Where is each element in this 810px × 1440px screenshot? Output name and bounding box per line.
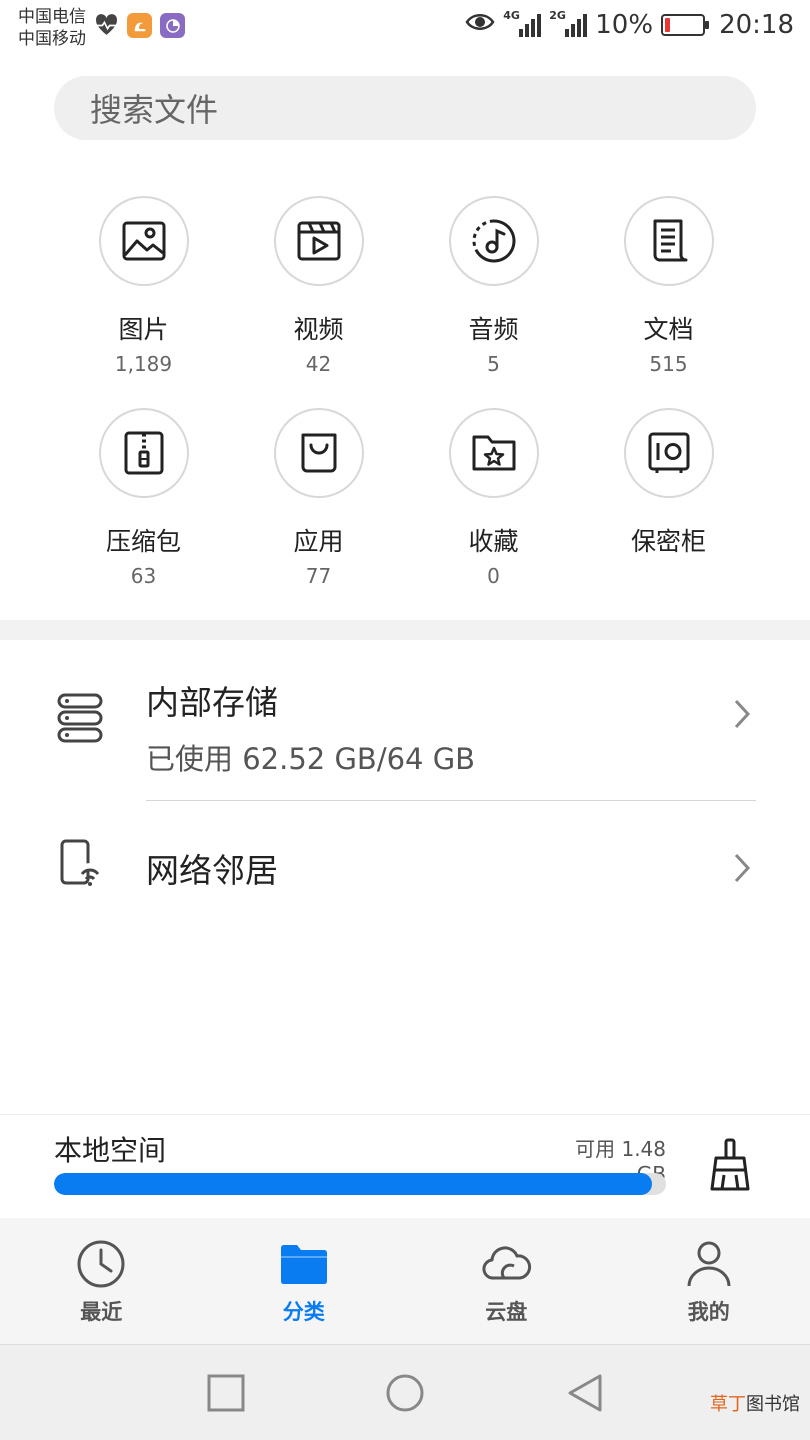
category-count: 5 (487, 352, 500, 376)
folder-icon (280, 1245, 327, 1284)
network-type-2g: 2G (549, 9, 566, 22)
tab-label: 分类 (282, 1300, 325, 1324)
archive-icon (98, 408, 189, 498)
watermark-text: 草丁图书馆 (710, 1390, 800, 1416)
category-audio[interactable]: 音频 5 (406, 196, 581, 408)
app-icon (160, 13, 185, 38)
category-count: 77 (305, 564, 332, 588)
carrier-info: 中国电信 中国移动 (18, 6, 86, 50)
category-archives[interactable]: 压缩包 63 (56, 408, 231, 620)
app-bag-icon (273, 408, 364, 498)
network-device-icon (56, 838, 104, 892)
category-images[interactable]: 图片 1,189 (56, 196, 231, 408)
audio-icon (448, 196, 539, 286)
internal-storage-title: 内部存储 (146, 683, 278, 722)
internal-storage-usage: 已使用 62.52 GB/64 GB (146, 742, 476, 776)
category-label: 文档 (643, 315, 694, 344)
row-divider (146, 800, 756, 801)
tab-mine[interactable]: 我的 (608, 1218, 810, 1344)
internal-storage-row[interactable]: 内部存储 已使用 62.52 GB/64 GB (0, 668, 810, 778)
battery-icon (661, 14, 710, 36)
storage-icon (56, 692, 104, 748)
category-grid: 图片 1,189 视频 42 音频 5 文档 515 压缩包 63 应用 77 … (56, 196, 756, 620)
uc-browser-icon (127, 13, 152, 38)
battery-percent: 10% (595, 10, 654, 40)
search-input[interactable]: 搜索文件 (54, 76, 756, 140)
tab-label: 云盘 (485, 1300, 528, 1324)
image-icon (98, 196, 189, 286)
carrier-2: 中国移动 (18, 29, 86, 49)
category-label: 应用 (293, 527, 344, 556)
chevron-right-icon (732, 694, 752, 740)
signal-2g-icon: 2G (549, 9, 588, 37)
clock-time: 20:18 (719, 10, 794, 40)
category-count: 0 (487, 564, 500, 588)
back-triangle-icon[interactable] (565, 1373, 605, 1413)
tab-label: 最近 (80, 1300, 123, 1324)
storage-progress-fill (54, 1173, 652, 1195)
safe-icon (623, 408, 714, 498)
heart-rate-icon (94, 13, 119, 38)
home-circle-icon[interactable] (385, 1373, 425, 1413)
category-label: 音频 (468, 315, 519, 344)
cloud-icon (482, 1246, 532, 1280)
clock-icon (77, 1240, 125, 1288)
signal-4g-icon: 4G (503, 9, 542, 37)
local-space-panel: 本地空间 可用 1.48 GB (0, 1114, 810, 1218)
category-label: 视频 (293, 315, 344, 344)
status-bar: 中国电信 中国移动 4G 2G 10% 20:18 (0, 0, 810, 56)
status-indicators: 4G 2G 10% 20:18 (465, 9, 794, 40)
person-icon (687, 1241, 731, 1287)
favorite-folder-icon (448, 408, 539, 498)
category-label: 压缩包 (105, 527, 181, 556)
carrier-1: 中国电信 (18, 7, 86, 27)
category-documents[interactable]: 文档 515 (581, 196, 756, 408)
eye-comfort-icon (465, 10, 495, 40)
tab-categories[interactable]: 分类 (203, 1218, 406, 1344)
local-space-title: 本地空间 (54, 1134, 167, 1167)
watermark-part-1: 草丁 (710, 1394, 746, 1415)
category-favorites[interactable]: 收藏 0 (406, 408, 581, 620)
search-placeholder: 搜索文件 (90, 91, 219, 129)
category-count: 42 (305, 352, 332, 376)
storage-progress-bar (54, 1173, 666, 1195)
broom-icon (710, 1138, 750, 1191)
network-neighborhood-title: 网络邻居 (146, 851, 278, 890)
clean-broom-button[interactable] (706, 1137, 754, 1193)
category-videos[interactable]: 视频 42 (231, 196, 406, 408)
document-icon (623, 196, 714, 286)
chevron-right-icon (732, 848, 752, 894)
notification-icons (94, 13, 185, 38)
tab-cloud[interactable]: 云盘 (405, 1218, 608, 1344)
tab-recent[interactable]: 最近 (0, 1218, 203, 1344)
category-label: 保密柜 (630, 527, 706, 556)
recents-square-icon[interactable] (206, 1373, 246, 1413)
category-count: 63 (130, 564, 157, 588)
watermark-part-2: 图书馆 (746, 1394, 800, 1415)
network-type-4g: 4G (503, 9, 520, 22)
video-icon (273, 196, 364, 286)
category-label: 收藏 (468, 527, 519, 556)
category-safe[interactable]: 保密柜 (581, 408, 756, 620)
section-divider (0, 620, 810, 640)
category-label: 图片 (118, 315, 169, 344)
network-neighborhood-row[interactable]: 网络邻居 (0, 830, 810, 900)
tab-label: 我的 (687, 1300, 730, 1324)
system-navigation-bar: 草丁图书馆 (0, 1344, 810, 1440)
category-count: 1,189 (114, 352, 173, 376)
bottom-tab-bar: 最近 分类 云盘 我的 (0, 1218, 810, 1344)
category-count: 515 (649, 352, 688, 376)
category-apps[interactable]: 应用 77 (231, 408, 406, 620)
